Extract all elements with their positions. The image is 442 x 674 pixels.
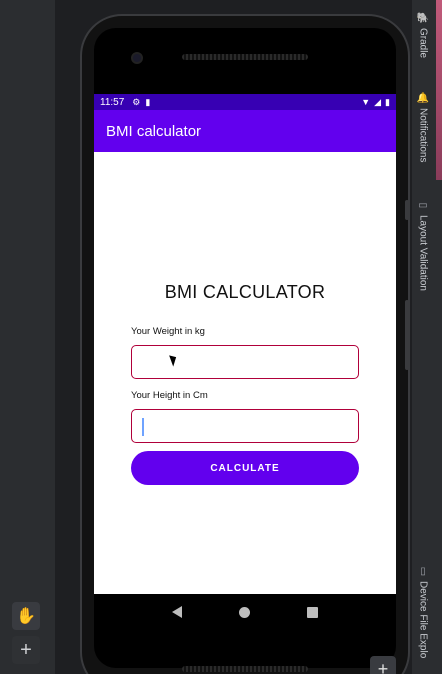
gradle-tab-label: Gradle: [417, 28, 429, 59]
settings-icon: ⚙: [132, 96, 141, 107]
bell-icon: 🔔: [417, 92, 429, 105]
layout-validation-tab-label: Layout Validation: [417, 215, 429, 291]
device-file-explorer-tab-label: Device File Explo: [417, 581, 429, 659]
battery-icon: ▮: [385, 96, 390, 107]
layout-validation-icon: ▭: [417, 200, 429, 211]
height-input[interactable]: [131, 409, 359, 443]
sd-card-icon: ▮: [145, 96, 151, 107]
plus-icon: +: [377, 658, 389, 674]
layout-validation-tab[interactable]: ▭ Layout Validation: [414, 200, 432, 291]
status-bar: 11:57 ⚙ ▮ ▼ ◢ ▮: [94, 94, 396, 110]
wifi-icon: ▼: [361, 96, 371, 107]
elephant-icon: 🐘: [417, 12, 429, 25]
hand-icon: ✋: [16, 608, 36, 625]
pan-hand-button[interactable]: ✋: [12, 602, 40, 630]
navigation-bar: [94, 594, 396, 630]
calculate-button[interactable]: CALCULATE: [131, 451, 359, 485]
gradle-tab[interactable]: 🐘 Gradle: [414, 12, 432, 58]
app-title: BMI calculator: [106, 122, 202, 140]
window-edge: [436, 0, 442, 180]
back-icon[interactable]: [172, 606, 183, 618]
earpiece-speaker: [182, 54, 308, 60]
form-content: BMI CALCULATOR Your Weight in kg Your He…: [94, 152, 396, 594]
ide-left-toolbar: [0, 0, 56, 674]
app-bar: BMI calculator: [94, 110, 396, 152]
front-camera-icon: [131, 52, 143, 64]
text-caret: [142, 418, 144, 436]
height-label: Your Height in Cm: [131, 390, 208, 401]
device-file-explorer-tab[interactable]: ▯ Device File Explo: [414, 566, 432, 658]
plus-icon: +: [20, 638, 32, 661]
status-time: 11:57: [100, 96, 125, 108]
signal-icon: ◢: [374, 96, 382, 107]
app-screen: 11:57 ⚙ ▮ ▼ ◢ ▮ BMI calculator BMI CALCU…: [94, 94, 396, 594]
notifications-tab-label: Notifications: [417, 108, 429, 163]
weight-input[interactable]: [131, 345, 359, 379]
recents-icon[interactable]: [306, 606, 318, 618]
weight-label: Your Weight in kg: [131, 326, 205, 337]
add-button[interactable]: +: [370, 656, 396, 674]
device-icon: ▯: [417, 566, 429, 577]
mouse-pointer-icon: [169, 353, 179, 367]
home-icon[interactable]: [238, 606, 250, 618]
zoom-in-button[interactable]: +: [12, 636, 40, 664]
volume-button: [405, 300, 409, 370]
bottom-speaker: [182, 666, 308, 672]
power-button: [405, 200, 409, 220]
notifications-tab[interactable]: 🔔 Notifications: [414, 92, 432, 163]
page-title: BMI CALCULATOR: [164, 282, 326, 302]
